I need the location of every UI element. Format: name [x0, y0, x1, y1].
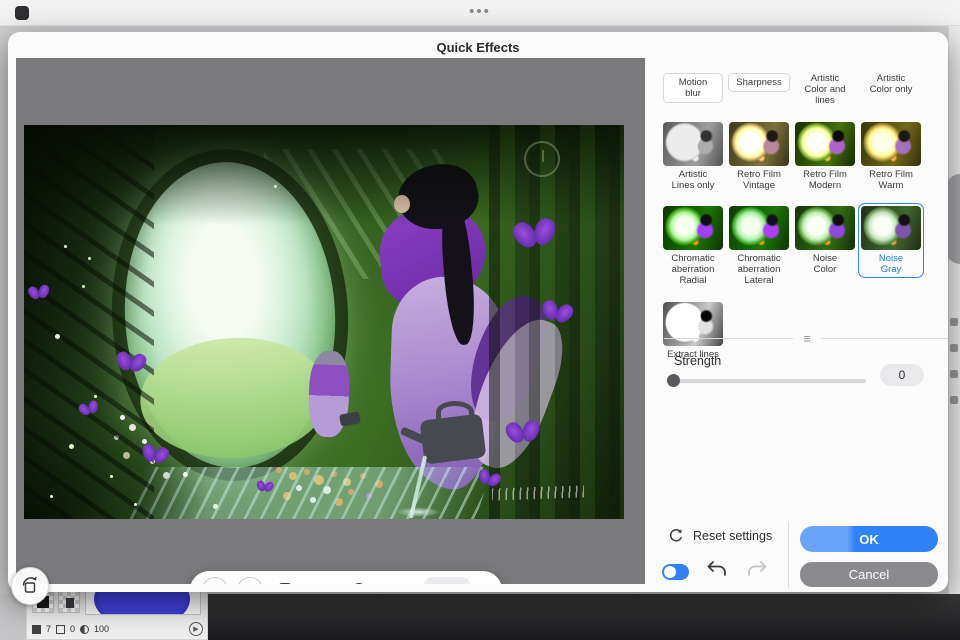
zoom-in-button[interactable]: + — [237, 577, 263, 584]
right-toolbar-edge — [948, 26, 960, 594]
effect-artistic-color-only[interactable]: Artistic Color only — [867, 70, 916, 98]
strength-value: 0 — [880, 364, 924, 386]
zoom-slider[interactable] — [307, 583, 415, 584]
reset-settings-button[interactable]: Reset settings — [668, 528, 772, 544]
quick-effects-dialog: Quick Effects — [8, 32, 948, 592]
effect-noise-gray[interactable]: Noise Gray — [858, 203, 924, 278]
color-wheel-edge — [946, 174, 960, 264]
strength-label: Strength — [674, 354, 721, 368]
undo-icon — [706, 560, 728, 578]
ok-button[interactable]: OK — [800, 526, 938, 552]
layer-type-icon — [56, 625, 65, 634]
effect-noise-color[interactable]: Noise Color — [792, 203, 858, 278]
panel-icon — [950, 344, 958, 352]
redo-button[interactable] — [746, 560, 768, 583]
layers-panel[interactable]: 7 0 100 ▶ — [26, 586, 208, 640]
dialog-title: Quick Effects — [8, 40, 948, 55]
effect-artistic-lines-only[interactable]: Artistic Lines only — [660, 119, 726, 194]
panel-icon — [950, 396, 958, 404]
system-topbar: ••• — [0, 0, 960, 26]
effect-thumbnail — [663, 122, 723, 166]
effect-chromatic-aberration-lateral[interactable]: Chromatic aberration Lateral — [726, 203, 792, 290]
effect-retro-film-warm[interactable]: Retro Film Warm — [858, 119, 924, 194]
clock-motif — [524, 141, 560, 177]
effect-motion-blur[interactable]: Motion blur — [660, 70, 726, 106]
reset-icon — [668, 528, 684, 544]
preview-toggle[interactable] — [662, 564, 689, 580]
timelapse-icon[interactable]: ▶ — [189, 622, 203, 636]
zoom-out-button[interactable]: − — [202, 577, 228, 584]
butterfly — [28, 284, 49, 302]
effect-preview-area[interactable]: − + 42.4 — [16, 58, 645, 584]
screen: ••• 7 0 100 ▶ Quick Effects — [0, 0, 960, 640]
effect-thumbnail — [729, 122, 789, 166]
butterfly — [116, 351, 146, 376]
panel-icon — [950, 318, 958, 326]
layer-info-row: 7 0 100 ▶ — [32, 620, 203, 638]
strength-slider[interactable] — [668, 372, 866, 388]
layer-opacity-value: 100 — [94, 624, 109, 634]
butterfly — [506, 419, 540, 446]
firefly-sparkles — [64, 245, 67, 248]
effect-sharpness[interactable]: Sharpness — [725, 70, 792, 95]
layer-thumbnail[interactable] — [58, 591, 80, 613]
blend-mode-icon — [32, 625, 41, 634]
opacity-icon — [80, 625, 89, 634]
strength-slider-thumb[interactable] — [667, 374, 680, 387]
effect-thumbnail — [729, 206, 789, 250]
fit-icon — [278, 583, 292, 584]
zoom-toolbar: − + 42.4 — [190, 571, 502, 584]
effect-thumbnail — [861, 206, 921, 250]
zoom-value: 42.4 — [424, 577, 470, 584]
rotate-canvas-icon — [19, 575, 41, 597]
artwork-preview — [24, 125, 624, 519]
reset-settings-label: Reset settings — [693, 529, 772, 543]
footer-divider — [788, 522, 789, 588]
toggle-knob — [664, 566, 676, 578]
panel-divider: ≡ — [664, 332, 948, 345]
panel-icon — [950, 370, 958, 378]
effect-thumbnail — [795, 122, 855, 166]
butterfly — [257, 480, 274, 494]
layer-count: 7 — [46, 624, 51, 634]
effect-thumbnail — [861, 122, 921, 166]
cancel-button[interactable]: Cancel — [800, 562, 938, 587]
effect-thumbnail — [795, 206, 855, 250]
fit-to-screen-button[interactable] — [272, 577, 298, 584]
corner-shade — [24, 399, 214, 519]
effect-chromatic-aberration-radial[interactable]: Chromatic aberration Radial — [660, 203, 726, 290]
redo-icon — [746, 560, 768, 578]
strength-slider-track[interactable] — [668, 379, 866, 383]
zoom-slider-thumb[interactable] — [352, 583, 366, 584]
effect-thumbnail — [663, 206, 723, 250]
layer-count: 0 — [70, 624, 75, 634]
reflected-watering-can — [339, 411, 361, 426]
effect-artistic-color-lines[interactable]: Artistic Color and lines — [792, 70, 858, 110]
undo-button[interactable] — [706, 560, 728, 583]
effect-retro-film-vintage[interactable]: Retro Film Vintage — [726, 119, 792, 194]
reset-canvas-rotation-button[interactable] — [11, 567, 49, 605]
effects-grid: Motion blur Sharpness Artistic Color and… — [660, 70, 946, 363]
window-handle-icon[interactable]: ••• — [0, 3, 960, 20]
drag-handle-icon[interactable]: ≡ — [803, 332, 811, 345]
effect-retro-film-modern[interactable]: Retro Film Modern — [792, 119, 858, 194]
